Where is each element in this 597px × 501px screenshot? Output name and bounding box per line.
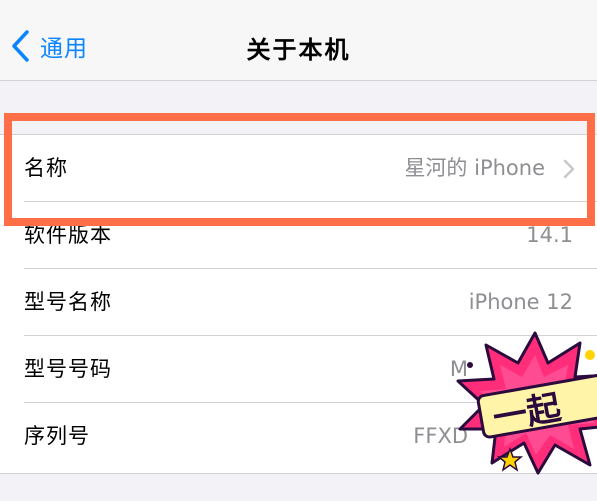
burst-sticker-icon: 一起	[456, 331, 597, 475]
row-model-name-label: 型号名称	[24, 290, 112, 314]
row-name-value: 星河的 iPhone	[404, 156, 545, 180]
row-software-version[interactable]: 软件版本 14.1	[0, 202, 597, 269]
row-model-number-label: 型号号码	[24, 357, 112, 381]
watermark-sticker: 一起	[440, 325, 597, 475]
navigation-bar: 通用 关于本机	[0, 0, 597, 81]
row-serial-number-label: 序列号	[24, 424, 90, 448]
row-name-label: 名称	[24, 156, 68, 180]
page-title: 关于本机	[246, 36, 351, 64]
chevron-right-icon	[563, 159, 575, 179]
row-name[interactable]: 名称 星河的 iPhone	[0, 135, 597, 202]
row-software-version-label: 软件版本	[24, 223, 112, 247]
row-software-version-value: 14.1	[526, 223, 573, 247]
